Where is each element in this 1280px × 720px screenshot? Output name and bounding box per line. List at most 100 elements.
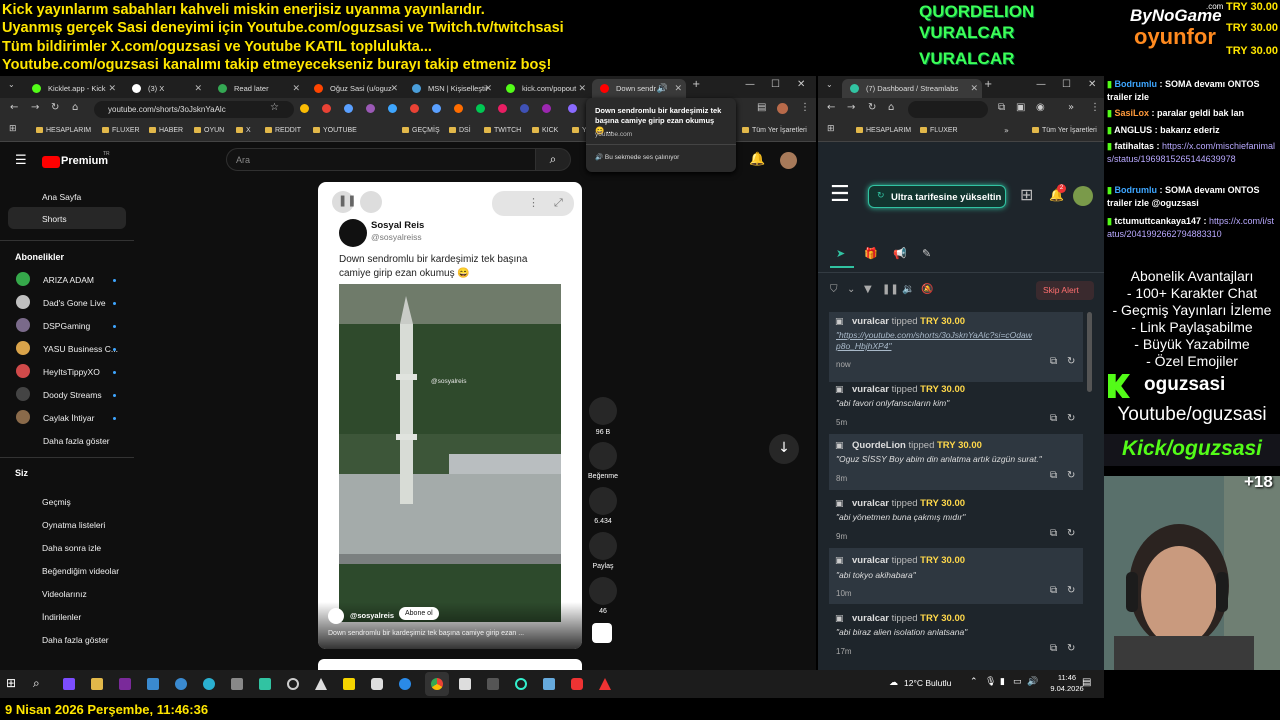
search-button[interactable]: ⌕ <box>535 148 571 171</box>
close-icon[interactable]: ✕ <box>674 83 682 94</box>
tab-kick-popout[interactable]: kick.com/popout ✕ <box>498 79 590 98</box>
folder-icon[interactable] <box>91 678 103 690</box>
extension-icon[interactable] <box>454 104 463 113</box>
bookmark-item[interactable]: OYUN <box>194 127 224 134</box>
alert-item[interactable]: ▣ vuralcar tipped TRY 30.00 "https://you… <box>829 312 1083 382</box>
send-icon[interactable]: ➤ <box>836 247 845 260</box>
replay-icon[interactable]: ↻ <box>1067 585 1075 596</box>
replay-icon[interactable]: ↻ <box>1067 470 1075 481</box>
replay-icon[interactable]: ↻ <box>1067 528 1075 539</box>
speaker-icon[interactable]: 🔊 <box>1027 677 1038 687</box>
tab-reddit[interactable]: Oğuz Sasi (u/oguz ✕ <box>306 79 402 98</box>
avatar[interactable] <box>1073 186 1093 206</box>
bookmark-item[interactable]: FLUXER <box>102 127 140 134</box>
home-icon[interactable]: ⌂ <box>72 102 78 113</box>
home-icon[interactable]: ⌂ <box>888 102 894 113</box>
volume-button[interactable] <box>360 191 382 213</box>
forward-icon[interactable]: → <box>31 102 39 113</box>
all-bookmarks[interactable]: Tüm Yer İşaretleri <box>742 127 807 134</box>
app-icon[interactable] <box>599 678 611 690</box>
app-icon[interactable] <box>515 678 527 690</box>
bell-icon[interactable]: 🔔 <box>749 152 765 167</box>
share-button[interactable] <box>589 532 617 560</box>
channel-name[interactable]: Sosyal Reis <box>371 220 424 231</box>
tray-icon[interactable]: ▮ <box>1000 677 1005 687</box>
sidebar-item-shorts[interactable] <box>8 207 126 229</box>
app-icon[interactable] <box>63 678 75 690</box>
star-icon[interactable]: ☆ <box>270 102 279 113</box>
close-icon[interactable]: ✕ <box>194 83 202 94</box>
reload-icon[interactable]: ↻ <box>868 102 876 113</box>
alert-item[interactable]: ▣ QuordeLion tipped TRY 30.00 "Oguz SİSS… <box>829 434 1083 490</box>
like-button[interactable] <box>589 397 617 425</box>
apps-grid-icon[interactable]: ⊞ <box>827 124 835 134</box>
copy-icon[interactable]: ⧉ <box>1050 528 1057 539</box>
new-tab-icon[interactable]: + <box>984 79 992 90</box>
app-icon[interactable] <box>459 678 471 690</box>
new-tab-icon[interactable]: + <box>692 79 700 90</box>
url-field[interactable]: youtube.com/shorts/3oJsknYaAlc <box>94 101 294 118</box>
shield-icon[interactable]: ⛉ <box>830 284 838 295</box>
extension-icon[interactable] <box>568 104 577 113</box>
bell-mute-icon[interactable]: 🔕 <box>921 284 933 295</box>
app-icon[interactable] <box>287 678 299 690</box>
sidebar-item-more[interactable]: Daha fazla göster <box>42 635 109 645</box>
menu-dots-icon[interactable]: ⋮ <box>1090 102 1100 113</box>
sidebar-item-home[interactable]: Ana Sayfa <box>42 192 81 202</box>
tab-kicklet[interactable]: Kicklet.app - Kick ✕ <box>24 79 120 98</box>
search-icon[interactable]: ⌕ <box>33 676 40 691</box>
bookmark-item[interactable]: YOUTUBE <box>313 127 357 134</box>
apps-icon[interactable]: ⊞ <box>1020 185 1033 204</box>
avatar[interactable] <box>780 152 797 169</box>
all-bookmarks[interactable]: Tüm Yer İşaretleri <box>1032 127 1097 134</box>
filter-icon[interactable]: ▼ <box>864 284 872 295</box>
close-icon[interactable]: ✕ <box>108 83 116 94</box>
maximize-icon[interactable]: ☐ <box>771 79 780 90</box>
copy-icon[interactable]: ⧉ <box>1050 585 1057 596</box>
sidebar-item-liked[interactable]: Beğendiğim videolar <box>42 566 119 576</box>
volume-icon[interactable]: 🔉 <box>902 284 914 295</box>
comments-button[interactable] <box>589 487 617 515</box>
clock-time[interactable]: 11:46 <box>1047 673 1087 682</box>
weather-icon[interactable]: ☁ <box>889 678 898 688</box>
tray-chevron-icon[interactable]: ⌃ <box>970 677 978 687</box>
extensions-icon[interactable]: ⧉ <box>998 102 1005 113</box>
notification-center-icon[interactable]: ▤ <box>1082 677 1091 688</box>
weather-text[interactable]: 12°C Bulutlu <box>904 678 951 688</box>
close-icon[interactable]: ✕ <box>484 83 492 94</box>
sidebar-icon[interactable]: ▤ <box>757 102 766 113</box>
gift-icon[interactable]: 🎁 <box>864 247 878 260</box>
close-icon[interactable]: ✕ <box>390 83 398 94</box>
speaker-icon[interactable]: 🔊 <box>657 83 668 94</box>
avatar[interactable] <box>328 608 344 624</box>
more-options-icon[interactable]: ⋮ <box>528 196 539 209</box>
subscribe-button[interactable]: Abone ol <box>399 607 439 620</box>
forward-icon[interactable]: → <box>847 102 855 113</box>
tab-read-later[interactable]: Read later ✕ <box>210 79 304 98</box>
sidebar-item-history[interactable]: Geçmiş <box>42 497 71 507</box>
extension-icon[interactable] <box>542 104 551 113</box>
extension-icon[interactable] <box>366 104 375 113</box>
skip-alert-button[interactable]: Skip Alert <box>1036 281 1094 300</box>
sidebar-item-your-videos[interactable]: Videolarınız <box>42 589 87 599</box>
app-icon[interactable] <box>571 678 583 690</box>
sidebar-item-watch-later[interactable]: Daha sonra izle <box>42 543 101 553</box>
back-icon[interactable]: ← <box>827 102 835 113</box>
fullscreen-icon[interactable]: ⤢ <box>554 196 563 210</box>
alert-message-link[interactable]: "https://youtube.com/shorts/3oJsknYaAlc?… <box>836 330 1036 352</box>
tab-x[interactable]: (3) X ✕ <box>124 79 206 98</box>
profile-icon[interactable]: ◉ <box>1036 102 1045 113</box>
sidebar-item-playlists[interactable]: Oynatma listeleri <box>42 520 105 530</box>
bookmark-item[interactable]: X <box>236 127 251 134</box>
bookmark-item[interactable]: HABER <box>149 127 183 134</box>
streamlabs-icon[interactable] <box>259 678 271 690</box>
replay-icon[interactable]: ↻ <box>1067 356 1075 367</box>
app-icon[interactable] <box>371 678 383 690</box>
copy-icon[interactable]: ⧉ <box>1050 470 1057 481</box>
close-icon[interactable]: ✕ <box>970 83 978 94</box>
extension-icon[interactable] <box>498 104 507 113</box>
bookmark-item[interactable]: HESAPLARIM <box>856 127 911 134</box>
sidebar-item-downloads[interactable]: İndirilenler <box>42 612 81 622</box>
close-icon[interactable]: ✕ <box>292 83 300 94</box>
extension-icon[interactable] <box>322 104 331 113</box>
